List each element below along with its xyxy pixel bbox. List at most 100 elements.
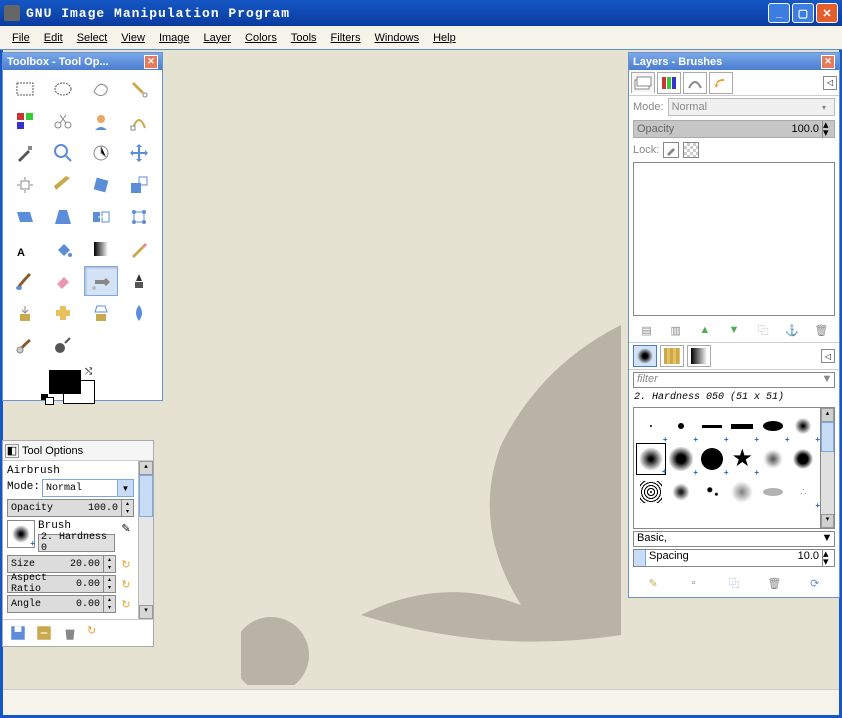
brush-item[interactable]: +: [667, 410, 697, 442]
layer-list[interactable]: [633, 162, 835, 316]
refresh-brush-button[interactable]: ⟳: [805, 573, 825, 593]
layers-panel-close-button[interactable]: ✕: [821, 55, 835, 69]
minimize-button[interactable]: _: [768, 3, 790, 23]
restore-preset-icon[interactable]: [35, 624, 53, 642]
new-layer-button[interactable]: ▤: [637, 320, 657, 340]
tool-paintbrush[interactable]: [8, 266, 42, 296]
tool-shear[interactable]: [8, 202, 42, 232]
tool-heal[interactable]: [46, 298, 80, 328]
reset-preset-icon[interactable]: ↻: [87, 624, 105, 642]
layer-mode-select[interactable]: Normal ▾: [668, 98, 835, 116]
brush-item[interactable]: [789, 443, 819, 475]
close-button[interactable]: ✕: [816, 3, 838, 23]
brush-item[interactable]: [728, 476, 758, 508]
swap-colors-icon[interactable]: ⤭: [85, 366, 92, 377]
opacity-slider[interactable]: Opacity 100.0 ▴▾: [7, 499, 134, 517]
brush-preview[interactable]: +: [7, 520, 35, 548]
brush-item[interactable]: ∴+: [789, 476, 819, 508]
brush-filter-field[interactable]: filter ▼: [633, 372, 835, 388]
menu-view[interactable]: View: [115, 30, 151, 46]
brush-item[interactable]: [667, 476, 697, 508]
tab-layers[interactable]: [631, 72, 655, 94]
brush-item[interactable]: +: [728, 410, 758, 442]
tab-undo[interactable]: [709, 72, 733, 94]
aspect-reset-icon[interactable]: ↻: [118, 576, 134, 592]
lock-pixels-icon[interactable]: [663, 142, 679, 158]
brush-edit-icon[interactable]: ✎: [118, 520, 134, 536]
brush-item[interactable]: [636, 476, 666, 508]
reset-colors-icon[interactable]: [41, 394, 53, 404]
tool-eraser[interactable]: [46, 266, 80, 296]
menu-colors[interactable]: Colors: [239, 30, 283, 46]
new-brush-button[interactable]: ▫: [684, 573, 704, 593]
tool-rect-select[interactable]: [8, 74, 42, 104]
brush-item[interactable]: +: [758, 410, 788, 442]
brush-item[interactable]: [697, 476, 727, 508]
maximize-button[interactable]: ▢: [792, 3, 814, 23]
brush-item[interactable]: +: [697, 410, 727, 442]
brush-item[interactable]: +: [667, 443, 697, 475]
tool-bucket-fill[interactable]: [46, 234, 80, 264]
tool-select-by-color[interactable]: [8, 106, 42, 136]
brush-panel-menu-button[interactable]: ◁: [821, 349, 835, 363]
menu-filters[interactable]: Filters: [325, 30, 367, 46]
brush-item[interactable]: ★+: [728, 443, 758, 475]
angle-reset-icon[interactable]: ↻: [118, 596, 134, 612]
toolbox-titlebar[interactable]: Toolbox - Tool Op... ✕: [3, 53, 162, 70]
tool-text[interactable]: A: [8, 234, 42, 264]
tool-flip[interactable]: [84, 202, 118, 232]
tool-blend[interactable]: [84, 234, 118, 264]
tool-airbrush[interactable]: [84, 266, 118, 296]
tool-foreground-select[interactable]: [84, 106, 118, 136]
menu-file[interactable]: File: [6, 30, 36, 46]
tab-patterns[interactable]: [660, 345, 684, 367]
edit-brush-button[interactable]: ✎: [643, 573, 663, 593]
brush-item[interactable]: [758, 443, 788, 475]
tool-fuzzy-select[interactable]: [122, 74, 156, 104]
toolbox-close-button[interactable]: ✕: [144, 55, 158, 69]
tool-dodge[interactable]: [46, 330, 80, 360]
menu-windows[interactable]: Windows: [368, 30, 425, 46]
tool-scale[interactable]: [122, 170, 156, 200]
tool-color-picker[interactable]: [8, 138, 42, 168]
angle-slider[interactable]: Angle 0.00 ▴▾: [7, 595, 116, 613]
layers-panel-titlebar[interactable]: Layers - Brushes ✕: [629, 53, 839, 70]
brush-name-field[interactable]: 2. Hardness 0: [38, 534, 115, 552]
menu-tools[interactable]: Tools: [285, 30, 323, 46]
duplicate-brush-button[interactable]: ⿻: [724, 573, 744, 593]
tool-smudge[interactable]: [8, 330, 42, 360]
tool-perspective[interactable]: [46, 202, 80, 232]
tab-channels[interactable]: [657, 72, 681, 94]
dock-grip-icon[interactable]: ◧: [5, 444, 19, 458]
tab-paths[interactable]: [683, 72, 707, 94]
save-preset-icon[interactable]: [9, 624, 27, 642]
tool-move[interactable]: [122, 138, 156, 168]
delete-preset-icon[interactable]: [61, 624, 79, 642]
tool-scissors[interactable]: [46, 106, 80, 136]
menu-image[interactable]: Image: [153, 30, 196, 46]
delete-brush-button[interactable]: 🗑: [764, 573, 784, 593]
new-group-button[interactable]: ▥: [666, 320, 686, 340]
tool-rotate[interactable]: [84, 170, 118, 200]
brush-preset-select[interactable]: Basic, ▼: [633, 531, 835, 547]
tool-pencil[interactable]: [122, 234, 156, 264]
brush-item-selected[interactable]: +: [636, 443, 666, 475]
tool-zoom[interactable]: [46, 138, 80, 168]
lock-alpha-icon[interactable]: [683, 142, 699, 158]
menu-select[interactable]: Select: [71, 30, 114, 46]
menu-layer[interactable]: Layer: [198, 30, 238, 46]
tool-crop[interactable]: [46, 170, 80, 200]
tool-free-select[interactable]: [84, 74, 118, 104]
mode-select[interactable]: Normal ▼: [42, 479, 134, 497]
tool-align[interactable]: [8, 170, 42, 200]
size-reset-icon[interactable]: ↻: [118, 556, 134, 572]
raise-layer-button[interactable]: ▲: [695, 320, 715, 340]
brush-item[interactable]: +: [789, 410, 819, 442]
foreground-color[interactable]: [49, 370, 81, 394]
anchor-layer-button[interactable]: ⚓: [782, 320, 802, 340]
layer-opacity-slider[interactable]: Opacity 100.0 ▴▾: [633, 120, 835, 138]
tool-ellipse-select[interactable]: [46, 74, 80, 104]
tool-paths[interactable]: [122, 106, 156, 136]
tool-cage[interactable]: [122, 202, 156, 232]
tool-perspective-clone[interactable]: [84, 298, 118, 328]
